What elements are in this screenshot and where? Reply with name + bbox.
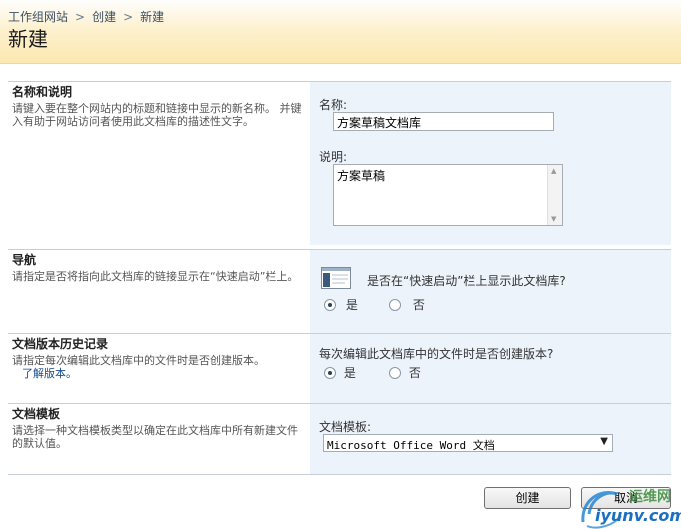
section-name-description: 名称和说明 请键入要在整个网站内的标题和链接中显示的新名称。 并键入有助于网站访… — [8, 81, 671, 245]
versioning-description-text: 请指定每次编辑此文档库中的文件时是否创建版本。 — [12, 354, 265, 367]
radio-yes[interactable] — [324, 367, 336, 379]
watermark-url: iyunv.com — [595, 506, 681, 525]
section-right: 每次编辑此文档库中的文件时是否创建版本? 是 否 — [310, 334, 671, 403]
radio-yes[interactable] — [324, 299, 336, 311]
dropdown-arrow-icon[interactable]: ▼ — [600, 436, 608, 447]
section-description: 请键入要在整个网站内的标题和链接中显示的新名称。 并键入有助于网站访问者使用此文… — [12, 102, 302, 128]
section-title: 文档版本历史记录 — [12, 337, 109, 351]
radio-no-label: 否 — [412, 298, 425, 312]
radio-no[interactable] — [389, 299, 401, 311]
radio-yes-label: 是 — [343, 366, 356, 380]
versioning-no-option[interactable]: 否 — [389, 364, 421, 381]
scroll-up-icon[interactable]: ▲ — [551, 167, 556, 175]
section-right: 名称: 方案草稿文档库 说明: 方案草稿 ▲ ▼ — [310, 82, 671, 245]
section-left: 名称和说明 请键入要在整个网站内的标题和链接中显示的新名称。 并键入有助于网站访… — [8, 82, 310, 245]
radio-no-label: 否 — [408, 366, 421, 380]
quick-launch-yes-option[interactable]: 是 — [324, 296, 358, 313]
section-template: 文档模板 请选择一种文档模板类型以确定在此文档库中所有新建文件的默认值。 文档模… — [8, 403, 671, 474]
breadcrumb-separator: > — [75, 10, 86, 24]
learn-versioning-link[interactable]: 了解版本。 — [22, 367, 77, 380]
watermark-text: 运维网 — [629, 489, 671, 505]
section-versioning: 文档版本历史记录 请指定每次编辑此文档库中的文件时是否创建版本。 了解版本。 每… — [8, 333, 671, 403]
page-title: 新建 — [8, 27, 48, 51]
radio-no[interactable] — [389, 367, 401, 379]
versioning-question: 每次编辑此文档库中的文件时是否创建版本? — [319, 347, 554, 361]
section-title: 导航 — [12, 253, 37, 267]
section-description: 请选择一种文档模板类型以确定在此文档库中所有新建文件的默认值。 — [12, 424, 298, 450]
section-left: 文档模板 请选择一种文档模板类型以确定在此文档库中所有新建文件的默认值。 — [8, 404, 310, 474]
section-description: 请指定是否将指向此文档库的链接显示在“快速启动”栏上。 — [12, 270, 299, 283]
versioning-yes-option[interactable]: 是 — [324, 364, 356, 381]
quick-launch-no-option[interactable]: 否 — [389, 296, 425, 313]
template-selected-value: Microsoft Office Word 文档 — [327, 439, 495, 452]
watermark-logo: 运维网 iyunv.com — [577, 482, 681, 529]
section-left: 导航 请指定是否将指向此文档库的链接显示在“快速启动”栏上。 — [8, 250, 310, 333]
name-label: 名称: — [319, 98, 348, 112]
form-divider — [8, 474, 671, 475]
section-description: 请指定每次编辑此文档库中的文件时是否创建版本。 了解版本。 — [12, 354, 302, 380]
section-right: 是否在“快速启动”栏上显示此文档库? 是 否 — [310, 250, 671, 333]
description-label: 说明: — [319, 150, 348, 164]
textarea-scrollbar[interactable]: ▲ ▼ — [547, 165, 562, 225]
quick-launch-icon — [321, 267, 351, 289]
section-right: 文档模板: Microsoft Office Word 文档 ▼ — [310, 404, 671, 474]
description-text: 方案草稿 — [337, 169, 386, 183]
quick-launch-question: 是否在“快速启动”栏上显示此文档库? — [367, 274, 566, 288]
breadcrumb-create-link[interactable]: 创建 — [92, 10, 116, 24]
section-title: 文档模板 — [12, 407, 61, 421]
breadcrumb-current: 新建 — [140, 10, 165, 24]
page-header: 工作组网站 > 创建 > 新建 新建 — [0, 0, 681, 64]
name-input[interactable]: 方案草稿文档库 — [333, 112, 554, 131]
description-textarea[interactable]: 方案草稿 ▲ ▼ — [333, 164, 563, 226]
scroll-down-icon[interactable]: ▼ — [551, 215, 556, 223]
template-label: 文档模板: — [319, 420, 372, 434]
breadcrumb-separator: > — [123, 10, 134, 24]
section-title: 名称和说明 — [12, 85, 73, 99]
radio-yes-label: 是 — [345, 298, 358, 312]
template-select[interactable]: Microsoft Office Word 文档 ▼ — [323, 434, 613, 452]
section-left: 文档版本历史记录 请指定每次编辑此文档库中的文件时是否创建版本。 了解版本。 — [8, 334, 310, 403]
section-navigation: 导航 请指定是否将指向此文档库的链接显示在“快速启动”栏上。 是否在“快速启动”… — [8, 249, 671, 333]
create-button[interactable]: 创建 — [484, 487, 571, 509]
breadcrumb-site-link[interactable]: 工作组网站 — [8, 10, 68, 24]
